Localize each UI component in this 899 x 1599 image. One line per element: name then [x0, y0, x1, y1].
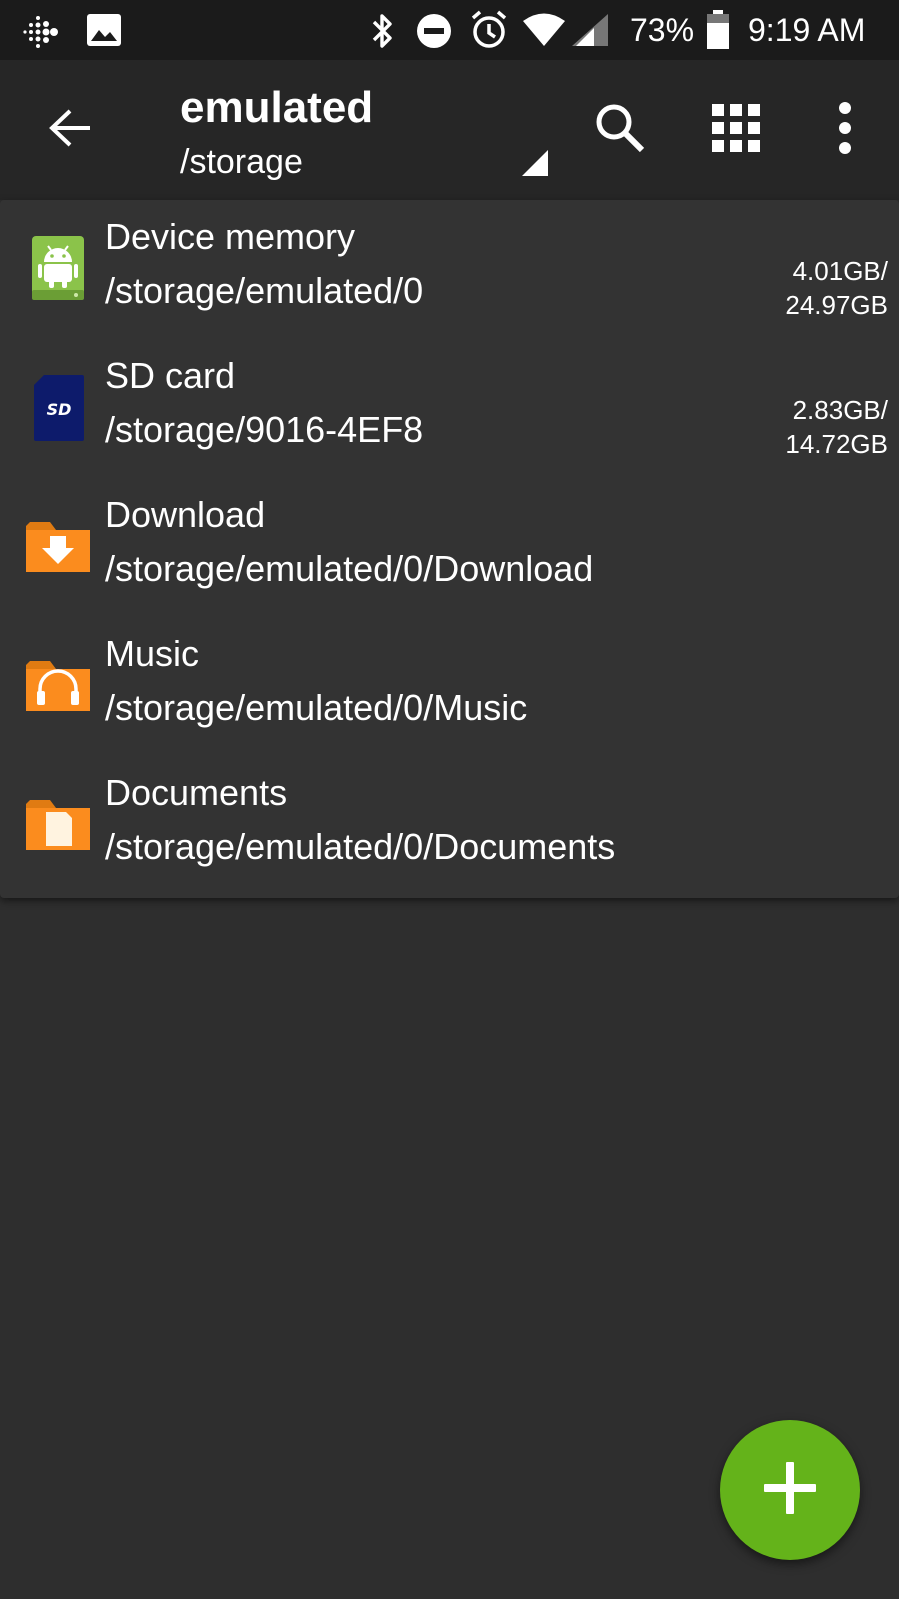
documents-folder-icon — [22, 788, 94, 860]
storage-used: 2.83GB/ — [792, 395, 888, 425]
list-item-download[interactable]: Download /storage/emulated/0/Download — [0, 478, 899, 617]
storage-usage: 2.83GB/ 14.72GB — [785, 393, 888, 461]
music-folder-icon — [22, 649, 94, 721]
item-title: Music — [105, 633, 200, 674]
image-icon — [86, 13, 122, 52]
more-vert-icon — [835, 101, 855, 159]
add-fab-button[interactable] — [720, 1420, 860, 1560]
more-options-button[interactable] — [815, 100, 875, 160]
list-item-music[interactable]: Music /storage/emulated/0/Music — [0, 617, 899, 756]
search-icon — [594, 102, 646, 159]
android-storage-icon — [22, 232, 94, 304]
plus-icon — [762, 1460, 818, 1521]
fitbit-icon — [22, 12, 62, 57]
item-path: /storage/emulated/0/Music — [105, 687, 528, 728]
grid-view-button[interactable] — [706, 100, 766, 160]
list-item-device-memory[interactable]: Device memory /storage/emulated/0 4.01GB… — [0, 200, 899, 339]
list-item-sd-card[interactable]: SD SD card /storage/9016-4EF8 2.83GB/ 14… — [0, 339, 899, 478]
screen: 73% 9:19 AM emulated /storage Device mem… — [0, 0, 899, 1599]
storage-total: 14.72GB — [785, 429, 888, 459]
search-button[interactable] — [590, 100, 650, 160]
storage-used: 4.01GB/ — [792, 256, 888, 286]
item-title: Documents — [105, 772, 288, 813]
grid-view-icon — [710, 102, 762, 159]
item-path: /storage/emulated/0 — [105, 270, 424, 311]
battery-percent: 73% — [630, 12, 695, 48]
item-title: Device memory — [105, 216, 356, 257]
do-not-disturb-icon — [415, 12, 453, 55]
page-subtitle: /storage — [180, 143, 303, 181]
back-button[interactable] — [40, 100, 100, 160]
item-path: /storage/9016-4EF8 — [105, 409, 424, 450]
item-title: SD card — [105, 355, 236, 396]
cell-signal-icon — [570, 12, 610, 53]
wifi-icon — [522, 12, 566, 53]
item-path: /storage/emulated/0/Documents — [105, 826, 616, 867]
download-folder-icon — [22, 510, 94, 582]
list-item-documents[interactable]: Documents /storage/emulated/0/Documents — [0, 756, 899, 895]
svg-text:SD: SD — [47, 400, 72, 419]
storage-usage: 4.01GB/ 24.97GB — [785, 254, 888, 322]
storage-list: Device memory /storage/emulated/0 4.01GB… — [0, 200, 899, 898]
bluetooth-icon — [370, 12, 396, 55]
storage-total: 24.97GB — [785, 290, 888, 320]
item-title: Download — [105, 494, 266, 535]
back-arrow-icon — [48, 108, 92, 153]
item-path: /storage/emulated/0/Download — [105, 548, 594, 589]
page-title: emulated — [180, 83, 374, 132]
sd-card-icon: SD — [22, 371, 94, 443]
alarm-icon — [469, 10, 509, 55]
clock: 9:19 AM — [748, 12, 866, 48]
status-bar: 73% 9:19 AM — [0, 0, 899, 60]
app-bar: emulated /storage — [0, 60, 899, 200]
battery-icon — [706, 10, 730, 55]
path-dropdown-icon[interactable] — [522, 150, 548, 176]
